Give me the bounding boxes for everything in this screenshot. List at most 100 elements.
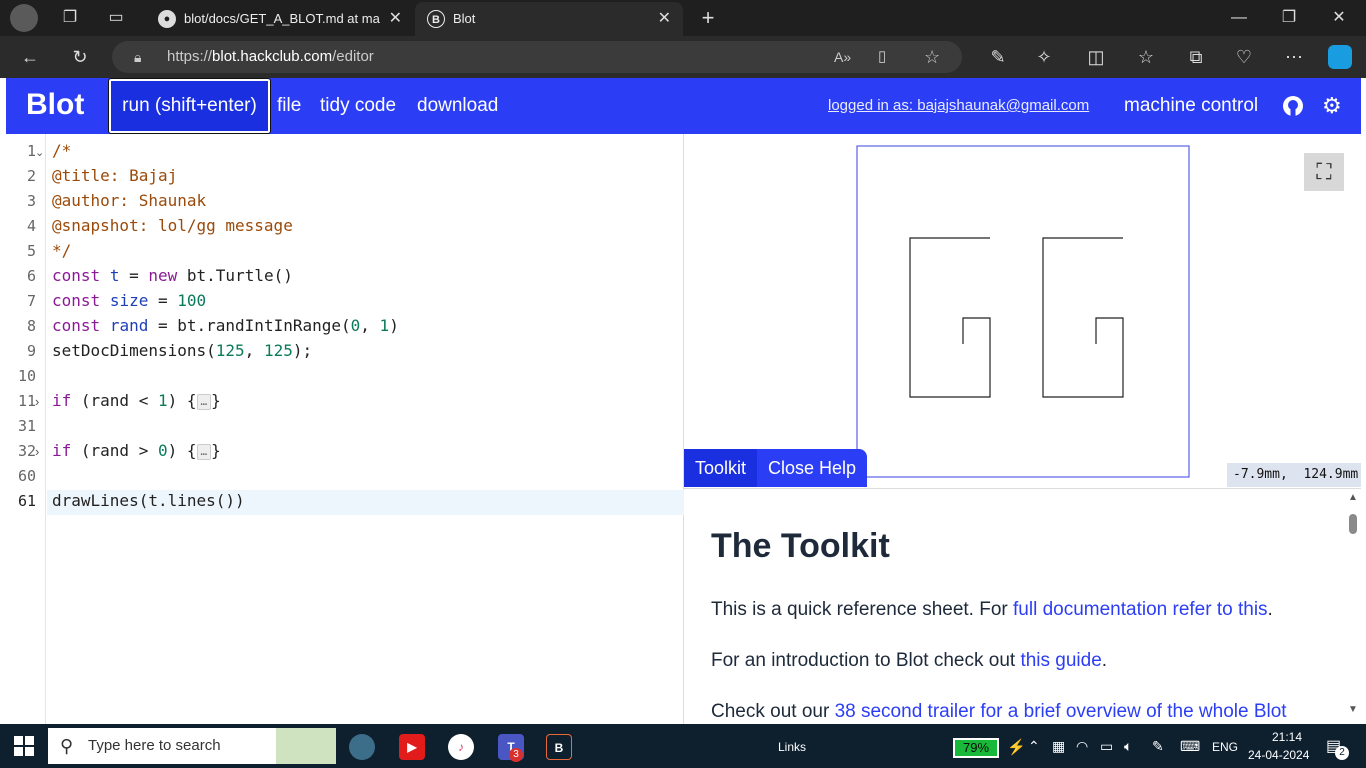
line-number: 5 xyxy=(26,242,36,260)
extension-pen-icon[interactable]: ✎ xyxy=(986,45,1010,69)
vertical-tabs-icon[interactable]: ▭ xyxy=(104,6,128,30)
code-line: drawLines(t.lines()) xyxy=(52,491,245,510)
copilot-icon[interactable] xyxy=(1328,45,1352,69)
browser-essentials-icon[interactable]: ♡ xyxy=(1232,45,1256,69)
power-plug-icon: ⚡ xyxy=(1007,739,1026,756)
close-help-button[interactable]: Close Help xyxy=(757,449,867,487)
app-tray-icon[interactable]: ▦ xyxy=(1052,738,1065,755)
restore-icon[interactable]: ❐ xyxy=(1264,0,1314,36)
notification-count: 2 xyxy=(1335,746,1349,760)
line-number: 31 xyxy=(17,417,36,435)
lock-icon: 🔒︎ xyxy=(134,49,142,65)
fold-placeholder[interactable]: … xyxy=(196,393,212,410)
line-number: 1 xyxy=(26,142,36,160)
search-placeholder: Type here to search xyxy=(88,737,221,754)
run-button[interactable]: run (shift+enter) xyxy=(108,78,271,134)
search-highlight-image xyxy=(276,728,336,764)
favorite-star-icon[interactable]: ☆ xyxy=(924,41,940,73)
minimize-icon[interactable]: — xyxy=(1214,0,1264,36)
logged-in-link[interactable]: logged in as: bajajshaunak@gmail.com xyxy=(828,78,1089,134)
immersive-reader-icon[interactable]: ▯ xyxy=(878,41,886,73)
read-aloud-icon[interactable]: A» xyxy=(834,41,851,73)
volume-icon[interactable]: 🔈︎ xyxy=(1124,738,1132,755)
tab-blot[interactable]: B Blot ✕ xyxy=(415,2,683,36)
profile-avatar[interactable] xyxy=(10,4,38,32)
drawn-letter-g xyxy=(909,237,991,398)
close-tab-icon[interactable]: ✕ xyxy=(389,2,402,36)
more-menu-icon[interactable]: ⋯ xyxy=(1282,45,1306,69)
help-paragraph: This is a quick reference sheet. For ful… xyxy=(711,599,1273,620)
trailer-link[interactable]: 38 second trailer for a brief overview o… xyxy=(835,701,1287,722)
settings-gear-icon[interactable]: ⚙ xyxy=(1322,78,1344,134)
windows-start-icon[interactable] xyxy=(14,736,34,756)
line-number: 11 xyxy=(17,392,36,410)
new-tab-icon[interactable]: + xyxy=(696,6,720,30)
tray-chevron-icon[interactable]: ⌃ xyxy=(1028,738,1040,755)
url-path: /editor xyxy=(332,48,374,65)
edge-browser-icon[interactable] xyxy=(349,734,375,760)
blot-header: Blot run (shift+enter) file tidy code do… xyxy=(6,78,1361,134)
cursor-coordinates: -7.9mm, 124.9mm xyxy=(1227,463,1361,487)
help-paragraph: For an introduction to Blot check out th… xyxy=(711,650,1108,671)
download-button[interactable]: download xyxy=(417,78,498,134)
line-number: 10 xyxy=(17,367,36,385)
close-tab-icon[interactable]: ✕ xyxy=(658,2,671,36)
wifi-icon[interactable]: ◠ xyxy=(1076,738,1088,755)
keyboard-icon[interactable]: ⌨ xyxy=(1180,738,1200,755)
pen-icon[interactable]: ✎ xyxy=(1152,738,1164,755)
fold-closed-icon[interactable]: › xyxy=(35,394,39,409)
scroll-down-icon[interactable]: ▼ xyxy=(1348,704,1358,715)
favorites-icon[interactable]: ☆ xyxy=(1134,45,1158,69)
scrollbar-thumb[interactable] xyxy=(1349,514,1357,534)
taskbar-search-input[interactable]: ⚲ Type here to search xyxy=(48,728,336,764)
fold-closed-icon[interactable]: › xyxy=(35,444,39,459)
line-number: 60 xyxy=(17,467,36,485)
full-docs-link[interactable]: full documentation refer to this xyxy=(1013,599,1268,620)
fullscreen-icon[interactable]: ⛶ xyxy=(1304,153,1344,191)
file-menu[interactable]: file xyxy=(277,78,301,134)
drawn-letter-g xyxy=(1042,237,1124,398)
code-line: const t = new bt.Turtle() xyxy=(52,266,293,285)
links-toolbar[interactable]: Links xyxy=(778,740,806,754)
scroll-up-icon[interactable]: ▲ xyxy=(1348,492,1358,503)
code-line: @title: Bajaj xyxy=(52,166,178,185)
clock-date[interactable]: 24-04-2024 xyxy=(1248,748,1309,762)
tab-github[interactable]: ● blot/docs/GET_A_BLOT.md at ma ✕ xyxy=(146,2,414,36)
plot-preview[interactable] xyxy=(685,134,1361,488)
collections-icon[interactable]: ⧉ xyxy=(1184,45,1208,69)
clock-time[interactable]: 21:14 xyxy=(1262,730,1312,744)
close-window-icon[interactable]: ✕ xyxy=(1314,0,1364,36)
split-screen-icon[interactable]: ◫ xyxy=(1084,45,1108,69)
line-number: 61 xyxy=(17,492,36,510)
battery-tray-icon[interactable]: ▭ xyxy=(1100,738,1113,755)
url-scheme: https:// xyxy=(167,48,213,65)
fold-open-icon[interactable]: ⌄ xyxy=(35,146,44,159)
line-number: 2 xyxy=(26,167,36,185)
machine-control-button[interactable]: machine control xyxy=(1124,78,1258,134)
teams-badge: 3 xyxy=(509,748,523,762)
tidy-code-button[interactable]: tidy code xyxy=(320,78,396,134)
language-indicator[interactable]: ENG xyxy=(1212,740,1238,754)
youtube-icon[interactable]: ▶ xyxy=(399,734,425,760)
code-editor[interactable]: 1 ⌄ 2 3 4 5 6 7 8 9 10 11 › 31 32 › 60 6… xyxy=(6,134,684,724)
help-panel: The Toolkit This is a quick reference sh… xyxy=(684,488,1361,724)
blot-app-icon[interactable]: B xyxy=(546,734,572,760)
guide-link[interactable]: this guide xyxy=(1020,650,1101,671)
refresh-icon[interactable]: ↻ xyxy=(68,45,92,69)
blot-logo[interactable]: Blot xyxy=(26,84,84,126)
help-heading: The Toolkit xyxy=(711,527,890,565)
address-input[interactable]: 🔒︎ https://blot.hackclub.com/editor A» ▯… xyxy=(112,41,962,73)
github-icon[interactable] xyxy=(1282,78,1304,134)
extensions-icon[interactable]: ✧ xyxy=(1032,45,1056,69)
battery-indicator[interactable]: 79% xyxy=(953,738,999,758)
help-paragraph: Check out our 38 second trailer for a br… xyxy=(711,701,1287,722)
code-line: const rand = bt.randIntInRange(0, 1) xyxy=(52,316,399,335)
line-number: 9 xyxy=(26,342,36,360)
fold-placeholder[interactable]: … xyxy=(196,443,212,460)
back-icon[interactable]: ← xyxy=(18,45,42,69)
workspaces-icon[interactable]: ❐ xyxy=(58,6,82,30)
tab-toolkit[interactable]: Toolkit xyxy=(684,449,757,487)
itunes-icon[interactable]: ♪ xyxy=(448,734,474,760)
github-icon: ● xyxy=(158,10,176,28)
browser-tab-bar: ❐ ▭ ● blot/docs/GET_A_BLOT.md at ma ✕ B … xyxy=(0,0,1366,36)
